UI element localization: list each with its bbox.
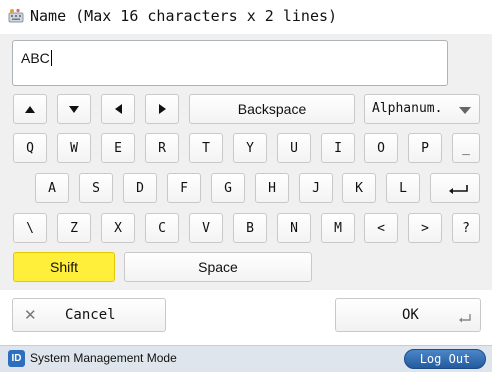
text-cursor bbox=[50, 50, 52, 66]
key-underscore[interactable]: _ bbox=[452, 133, 480, 163]
close-icon: ✕ bbox=[24, 306, 37, 324]
key-b[interactable]: B bbox=[233, 213, 267, 243]
cancel-button[interactable]: ✕ Cancel bbox=[12, 298, 166, 332]
key-question[interactable]: ? bbox=[452, 213, 480, 243]
key-d[interactable]: D bbox=[123, 173, 157, 203]
arrow-down-icon bbox=[69, 105, 79, 113]
enter-icon bbox=[449, 185, 468, 194]
key-y[interactable]: Y bbox=[233, 133, 267, 163]
key-k[interactable]: K bbox=[342, 173, 376, 203]
key-g[interactable]: G bbox=[211, 173, 245, 203]
key-i[interactable]: I bbox=[321, 133, 355, 163]
arrow-up-icon bbox=[25, 105, 35, 113]
input-mode-dropdown[interactable]: Alphanum. bbox=[364, 94, 480, 124]
key-less-than[interactable]: < bbox=[364, 213, 398, 243]
ok-label: OK bbox=[402, 307, 419, 323]
space-label: Space bbox=[198, 259, 238, 275]
cancel-label: Cancel bbox=[65, 307, 116, 323]
chevron-down-icon bbox=[459, 107, 471, 114]
key-v[interactable]: V bbox=[189, 213, 223, 243]
shift-button[interactable]: Shift bbox=[13, 252, 115, 282]
keyboard-input-icon bbox=[8, 8, 24, 23]
key-greater-than[interactable]: > bbox=[408, 213, 442, 243]
key-backslash[interactable]: \ bbox=[13, 213, 47, 243]
dialog-title: Name (Max 16 characters x 2 lines) bbox=[30, 7, 338, 25]
key-n[interactable]: N bbox=[277, 213, 311, 243]
key-z[interactable]: Z bbox=[57, 213, 91, 243]
key-c[interactable]: C bbox=[145, 213, 179, 243]
status-bar: ID System Management Mode Log Out bbox=[0, 345, 492, 372]
dialog-title-bar: Name (Max 16 characters x 2 lines) bbox=[0, 0, 492, 34]
key-s[interactable]: S bbox=[79, 173, 113, 203]
logout-label: Log Out bbox=[419, 352, 471, 366]
cursor-right-button[interactable] bbox=[145, 94, 179, 124]
system-mode-label: System Management Mode bbox=[30, 351, 177, 365]
cursor-up-button[interactable] bbox=[13, 94, 47, 124]
logout-button[interactable]: Log Out bbox=[404, 349, 486, 369]
corner-return-icon bbox=[459, 314, 471, 323]
key-p[interactable]: P bbox=[408, 133, 442, 163]
key-h[interactable]: H bbox=[255, 173, 289, 203]
enter-button[interactable] bbox=[430, 173, 480, 203]
key-l[interactable]: L bbox=[386, 173, 420, 203]
space-button[interactable]: Space bbox=[124, 252, 312, 282]
key-u[interactable]: U bbox=[277, 133, 311, 163]
key-t[interactable]: T bbox=[189, 133, 223, 163]
shift-label: Shift bbox=[49, 259, 78, 275]
key-r[interactable]: R bbox=[145, 133, 179, 163]
ok-button[interactable]: OK bbox=[335, 298, 481, 332]
key-x[interactable]: X bbox=[101, 213, 135, 243]
name-input-field[interactable]: ABC bbox=[12, 40, 448, 86]
key-a[interactable]: A bbox=[35, 173, 69, 203]
cursor-left-button[interactable] bbox=[101, 94, 135, 124]
arrow-right-icon bbox=[158, 104, 166, 114]
cursor-down-button[interactable] bbox=[57, 94, 91, 124]
key-w[interactable]: W bbox=[57, 133, 91, 163]
key-o[interactable]: O bbox=[364, 133, 398, 163]
key-e[interactable]: E bbox=[101, 133, 135, 163]
key-f[interactable]: F bbox=[167, 173, 201, 203]
input-mode-value: Alphanum. bbox=[372, 101, 443, 116]
name-input-value: ABC bbox=[21, 50, 50, 66]
key-q[interactable]: Q bbox=[13, 133, 47, 163]
backspace-button[interactable]: Backspace bbox=[189, 94, 355, 124]
arrow-left-icon bbox=[114, 104, 122, 114]
id-icon: ID bbox=[8, 350, 25, 367]
backspace-label: Backspace bbox=[237, 101, 307, 117]
key-j[interactable]: J bbox=[299, 173, 333, 203]
key-m[interactable]: M bbox=[321, 213, 355, 243]
